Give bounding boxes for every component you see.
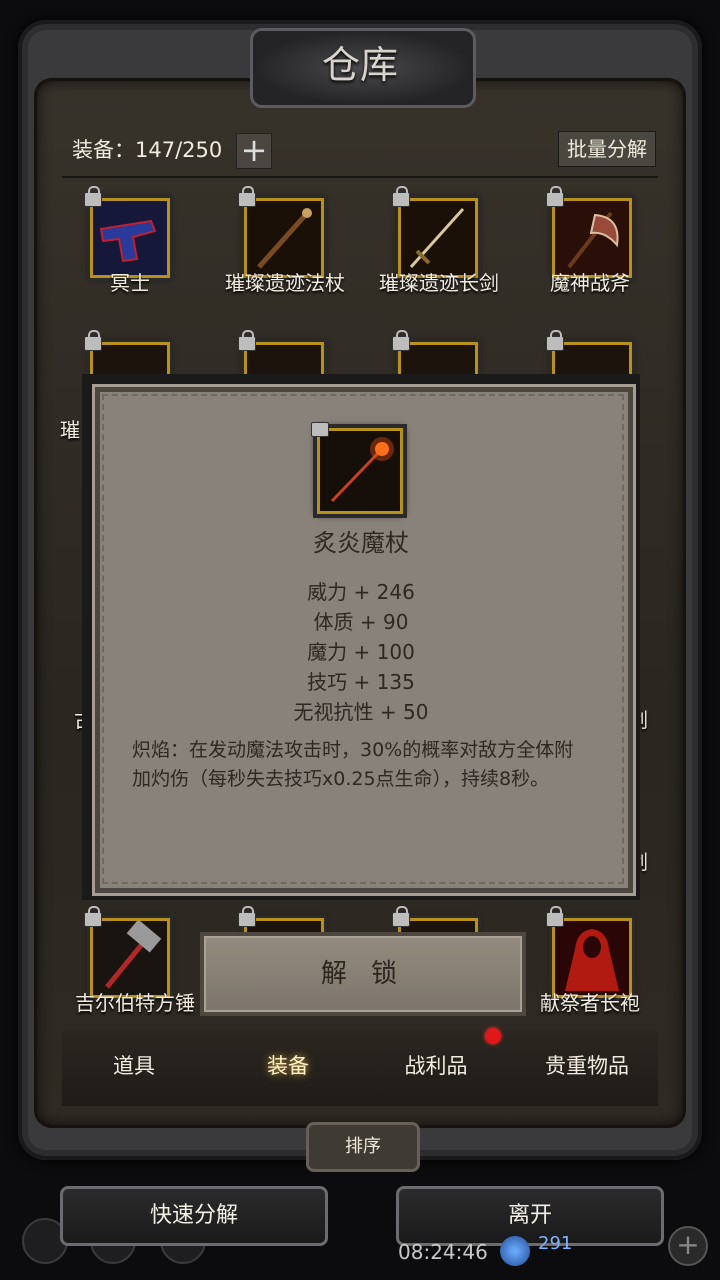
staff-icon (247, 201, 321, 275)
item-slot-2[interactable] (238, 186, 324, 278)
lock-icon (84, 186, 102, 207)
item-slot-hammer[interactable] (84, 906, 170, 998)
item-name-4: 魔神战斧 (550, 271, 630, 295)
stat-skill: 技巧 + 135 (307, 670, 415, 694)
notification-badge (485, 1028, 501, 1044)
lock-icon (311, 422, 329, 437)
sort-button[interactable]: 排序 (306, 1122, 420, 1172)
item-slot-8[interactable] (546, 330, 632, 375)
item-slot-3[interactable] (392, 186, 478, 278)
item-name-peek: 璀 (60, 418, 80, 442)
leave-button[interactable]: 离开 (396, 1186, 664, 1246)
tab-items[interactable]: 道具 (74, 1050, 194, 1082)
page-title: 仓库 (321, 43, 398, 87)
lock-icon (84, 330, 102, 351)
lock-icon (238, 330, 256, 351)
robe-icon (555, 921, 629, 995)
lock-icon (392, 186, 410, 207)
item-slot-7[interactable] (392, 330, 478, 375)
item-slot-4[interactable] (546, 186, 632, 278)
stat-constitution: 体质 + 90 (313, 610, 409, 634)
lock-icon (238, 186, 256, 207)
lock-icon (392, 330, 410, 351)
sword-icon (401, 201, 475, 275)
item-slot-1[interactable] (84, 186, 170, 278)
tab-equipment[interactable]: 装备 (228, 1050, 348, 1082)
unlock-button[interactable]: 解 锁 (200, 932, 526, 1016)
item-description: 炽焰：在发动魔法攻击时，30%的概率对敌方全体附加灼伤（每秒失去技巧x0.25点… (132, 739, 574, 790)
item-slot-6[interactable] (238, 330, 324, 375)
header-divider (62, 176, 658, 178)
lock-icon (238, 906, 256, 927)
hammer-icon (93, 919, 167, 995)
equipment-capacity: 装备：147/250 (72, 138, 223, 162)
item-name-3: 璀璨遗迹长剑 (379, 271, 499, 295)
clock: 08:24:46 (398, 1240, 488, 1264)
axe-icon (555, 201, 629, 275)
item-name-2: 璀璨遗迹法杖 (225, 271, 345, 295)
item-name: 炙炎魔杖 (313, 529, 409, 557)
quick-decompose-button[interactable]: 快速分解 (60, 1186, 328, 1246)
tab-valuables[interactable]: 贵重物品 (527, 1050, 647, 1082)
modal-item-slot (311, 422, 403, 514)
tab-loot[interactable]: 战利品 (376, 1050, 496, 1082)
add-icon[interactable]: + (668, 1226, 708, 1266)
expand-capacity-button[interactable]: + (236, 133, 272, 169)
stat-magic: 魔力 + 100 (307, 640, 415, 664)
lock-icon (546, 330, 564, 351)
stat-power: 威力 + 246 (307, 580, 415, 604)
item-slot-5[interactable] (84, 330, 170, 375)
item-name-1: 冥士 (110, 271, 150, 295)
item-name-robe: 献祭者长袍 (540, 991, 640, 1015)
item-slot-robe[interactable] (546, 906, 632, 998)
bulk-decompose-button[interactable]: 批量分解 (558, 131, 656, 167)
fire-staff-icon (320, 431, 400, 511)
stat-ignore-resist: 无视抗性 + 50 (293, 700, 429, 724)
gem-count: 291 (538, 1233, 573, 1254)
pistol-icon (93, 201, 167, 275)
gem-icon (500, 1236, 530, 1266)
lock-icon (84, 906, 102, 927)
lock-icon (546, 186, 564, 207)
lock-icon (392, 906, 410, 927)
item-name-hammer: 吉尔伯特方锤 (75, 991, 195, 1015)
lock-icon (546, 906, 564, 927)
